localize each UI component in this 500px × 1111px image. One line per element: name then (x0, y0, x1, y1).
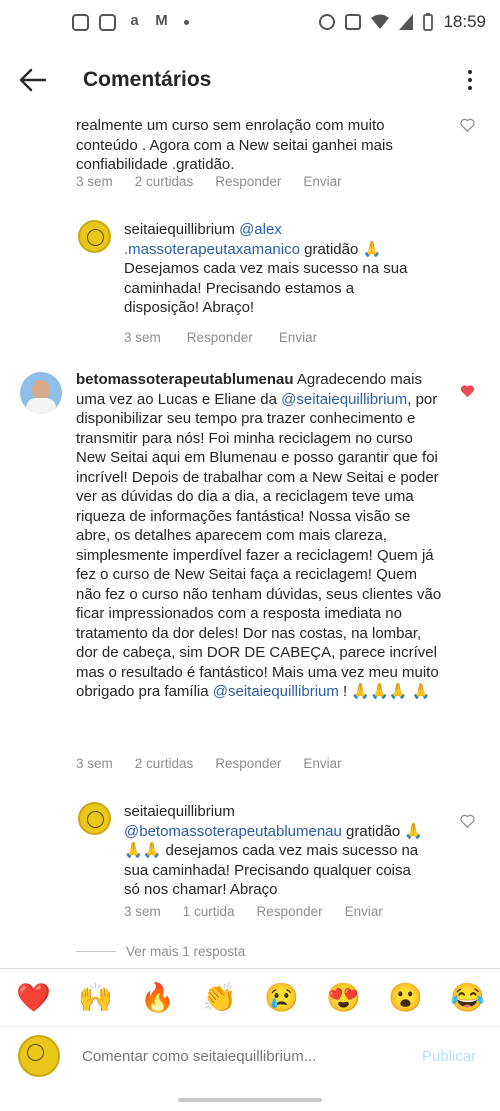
raising-hands-emoji[interactable]: 🙌 (78, 981, 113, 1014)
mention-link[interactable]: @seitaiequillibrium (281, 391, 407, 408)
comment-time: 3 sem (124, 904, 161, 919)
publish-button[interactable]: Publicar (422, 1048, 476, 1065)
comment-text: , por disponibilizar seu tempo pra traze… (76, 390, 442, 701)
comment-username[interactable]: seitaiequillibrium (124, 221, 235, 238)
comment-item: betomassoterapeutablumenau Agradecendo m… (0, 368, 500, 778)
reply-button[interactable]: Responder (215, 174, 281, 189)
heart-outline-icon[interactable] (460, 814, 475, 828)
avatar[interactable] (78, 802, 111, 835)
comment-username[interactable]: seitaiequillibrium (124, 803, 235, 820)
likes-count[interactable]: 1 curtida (183, 904, 235, 919)
comment-item: realmente um curso sem enrolação com mui… (0, 108, 500, 198)
back-arrow-icon[interactable] (18, 68, 46, 92)
comment-text: realmente um curso sem enrolação com mui… (76, 117, 393, 173)
heart-emoji[interactable]: ❤️ (16, 981, 51, 1014)
clock: 18:59 (443, 12, 486, 31)
comment-body: betomassoterapeutablumenau Agradecendo m… (76, 370, 442, 702)
page-title: Comentários (83, 68, 212, 91)
avatar[interactable] (20, 372, 62, 414)
status-bar: a M 18:59 (0, 0, 500, 50)
gmail-icon: M (155, 12, 168, 29)
notes-icon (99, 14, 116, 31)
comment-time: 3 sem (124, 330, 161, 345)
reply-button[interactable]: Responder (215, 756, 281, 771)
comment-text: ! 🙏🙏🙏 🙏 (338, 683, 431, 700)
heart-eyes-emoji[interactable]: 😍 (326, 981, 361, 1014)
alarm-icon (319, 14, 336, 30)
send-button[interactable]: Enviar (345, 904, 383, 919)
send-button[interactable]: Enviar (279, 330, 317, 345)
comment-reply: seitaiequillibrium @alex .massoterapeuta… (0, 118, 500, 346)
likes-count[interactable]: 2 curtidas (135, 174, 194, 189)
send-button[interactable]: Enviar (303, 174, 341, 189)
battery-icon (423, 13, 434, 31)
mention-link[interactable]: @seitaiequillibrium (213, 683, 339, 700)
dot-icon (184, 20, 189, 25)
app-header: Comentários (0, 50, 500, 110)
comment-time: 3 sem (76, 756, 113, 771)
comment-username[interactable]: betomassoterapeutablumenau (76, 371, 294, 388)
wifi-icon (371, 14, 390, 29)
comments-list: realmente um curso sem enrolação com mui… (0, 108, 500, 968)
mute-icon (345, 14, 362, 30)
comment-body: seitaiequillibrium @betomassoterapeutabl… (124, 802, 424, 900)
avatar[interactable] (78, 220, 111, 253)
comment-body: seitaiequillibrium @alex .massoterapeuta… (124, 220, 424, 318)
heart-outline-icon[interactable] (460, 118, 475, 132)
view-more-label[interactable]: Ver mais 1 resposta (126, 944, 245, 959)
crying-emoji[interactable]: 😢 (264, 981, 299, 1014)
comment-time: 3 sem (76, 174, 113, 189)
mention-link[interactable]: @betomassoterapeutablumenau (124, 823, 342, 840)
likes-count[interactable]: 2 curtidas (135, 756, 194, 771)
clapping-emoji[interactable]: 👏 (202, 981, 237, 1014)
signal-icon (399, 14, 414, 30)
home-indicator[interactable] (178, 1098, 322, 1102)
reply-button[interactable]: Responder (257, 904, 323, 919)
comment-reply: seitaiequillibrium @betomassoterapeutabl… (0, 798, 500, 928)
instagram-icon (72, 14, 89, 31)
surprised-emoji[interactable]: 😮 (388, 981, 423, 1014)
heart-filled-icon[interactable] (460, 384, 475, 398)
send-button[interactable]: Enviar (303, 756, 341, 771)
comment-input-bar: Publicar (0, 1026, 500, 1086)
reply-button[interactable]: Responder (187, 330, 253, 345)
comment-input[interactable] (82, 1043, 402, 1069)
fire-emoji[interactable]: 🔥 (140, 981, 175, 1014)
amazon-icon: a (130, 12, 139, 29)
reaction-bar: ❤️ 🙌 🔥 👏 😢 😍 😮 😂 (0, 968, 500, 1026)
more-options-icon[interactable] (468, 70, 474, 94)
view-more-replies[interactable]: Ver mais 1 resposta (76, 944, 245, 959)
laughing-emoji[interactable]: 😂 (450, 981, 485, 1014)
avatar (18, 1035, 60, 1077)
divider (76, 951, 116, 952)
